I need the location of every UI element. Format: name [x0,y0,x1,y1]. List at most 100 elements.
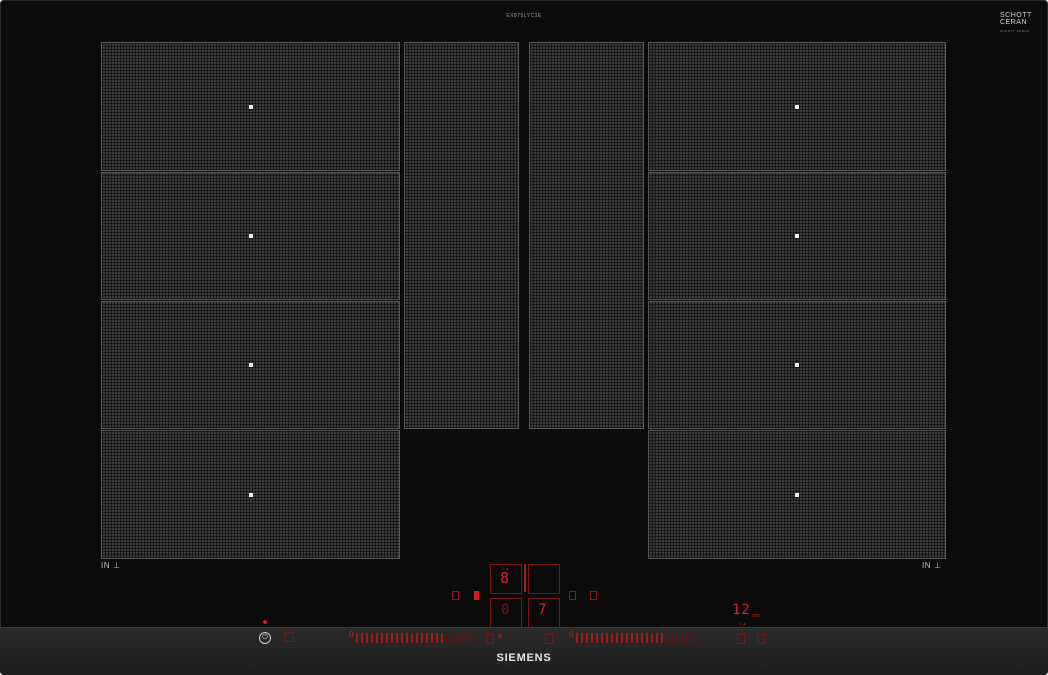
cooking-zone-right-3[interactable] [648,301,946,429]
zone-indicator-icon[interactable] [590,591,597,600]
slider-tick[interactable] [691,633,693,643]
slider-tick[interactable] [396,633,398,643]
slider-tick[interactable] [421,633,423,643]
zone-marker [795,234,799,238]
slider-tick[interactable] [631,633,633,643]
slider-tick[interactable] [456,633,458,643]
power-indicator-dot [263,620,267,624]
power-level-display: 8 [500,569,510,587]
power-slider-right[interactable] [576,633,696,643]
power-button-icon[interactable]: ⏻ [259,632,271,644]
zone-indicator-icon[interactable] [452,591,459,600]
slider-tick[interactable] [621,633,623,643]
zone-indicator-icon[interactable] [569,591,576,600]
slider-tick[interactable] [406,633,408,643]
logo-line-2: CERAN [1000,19,1028,26]
slider-tick[interactable] [636,633,638,643]
slider-tick[interactable] [451,633,453,643]
slider-tick[interactable] [381,633,383,643]
slider-tick[interactable] [446,633,448,643]
pan-icon: ⊥ [113,561,121,570]
slider-tick[interactable] [676,633,678,643]
slider-tick[interactable] [416,633,418,643]
zone-marker [795,363,799,367]
timer-unit: min [752,613,761,619]
center-function-icon-2[interactable] [545,634,553,644]
induction-hob: EX875LYC1E SCHOTT CERAN SCHOTT CERAN IN ⊥… [0,0,1048,675]
timer-display: 12 [732,602,751,618]
control-panel [0,627,1048,675]
display-divider [524,564,526,592]
slider-tick[interactable] [426,633,428,643]
slider-tick[interactable] [666,633,668,643]
slider-tick[interactable] [586,633,588,643]
slider-tick[interactable] [466,633,468,643]
left-zone-display: 0 [501,602,510,618]
pan-icon: ⊥ [934,561,942,570]
slider-tick[interactable] [646,633,648,643]
slider-tick[interactable] [626,633,628,643]
slider-left-min-label: 0 [349,630,354,639]
cooking-zone-left-4[interactable] [101,430,400,559]
cooking-zone-center-left[interactable] [404,42,519,429]
slider-tick[interactable] [671,633,673,643]
slider-tick[interactable] [641,633,643,643]
zone-marker [248,234,253,238]
zone-marker [795,492,799,497]
slider-tick[interactable] [441,633,443,643]
slider-tick[interactable] [431,633,433,643]
timer-small-label: 3 ▲ [739,621,747,626]
slider-tick[interactable] [611,633,613,643]
cooking-zone-left-3[interactable] [101,301,400,429]
slider-tick[interactable] [376,633,378,643]
slider-tick[interactable] [581,633,583,643]
secondary-display-box[interactable] [528,564,560,594]
slider-tick[interactable] [471,633,473,643]
slider-tick[interactable] [616,633,618,643]
slider-tick[interactable] [361,633,363,643]
slider-tick[interactable] [601,633,603,643]
slider-tick[interactable] [661,633,663,643]
cooking-zone-right-2[interactable] [648,172,946,300]
zone-marker [248,104,253,109]
slider-tick[interactable] [366,633,368,643]
slider-tick[interactable] [591,633,593,643]
slider-tick[interactable] [686,633,688,643]
timer-minus-icon[interactable] [737,634,745,644]
slider-right-min-label: 0 [569,630,574,639]
slider-tick[interactable] [386,633,388,643]
cooking-zone-center-right[interactable] [529,42,644,429]
cooking-zone-left-1[interactable] [101,42,400,171]
brand-logo: SIEMENS [496,652,552,664]
zone-marker [248,363,253,367]
slider-tick[interactable] [461,633,463,643]
slider-tick[interactable] [576,633,578,643]
slider-tick[interactable] [391,633,393,643]
slider-tick[interactable] [651,633,653,643]
timer-plus-icon[interactable] [757,634,765,644]
in-text: IN [922,561,931,570]
cooking-zone-left-2[interactable] [101,172,400,300]
slider-tick[interactable] [356,633,358,643]
flex-zone-label-right: IN ⊥ [922,561,941,570]
slider-tick[interactable] [411,633,413,643]
slider-tick[interactable] [371,633,373,643]
slider-tick[interactable] [596,633,598,643]
childlock-icon[interactable] [284,632,294,642]
slider-tick[interactable] [436,633,438,643]
slider-tick[interactable] [681,633,683,643]
center-function-icon[interactable] [498,634,502,638]
slider-left-boost-icon[interactable] [486,634,494,644]
slider-tick[interactable] [656,633,658,643]
cooking-zone-right-1[interactable] [648,42,946,171]
power-slider-left[interactable] [356,633,476,643]
in-text: IN [101,561,110,570]
slider-tick[interactable] [606,633,608,643]
logo-sub: SCHOTT CERAN [1000,29,1030,33]
flex-zone-label-left: IN ⊥ [101,561,120,570]
cooking-zone-right-4[interactable] [648,430,946,559]
slider-tick[interactable] [401,633,403,643]
zone-marker [795,104,799,109]
active-zone-indicator-icon[interactable] [474,591,479,600]
secondary-display: 7 [538,602,547,618]
